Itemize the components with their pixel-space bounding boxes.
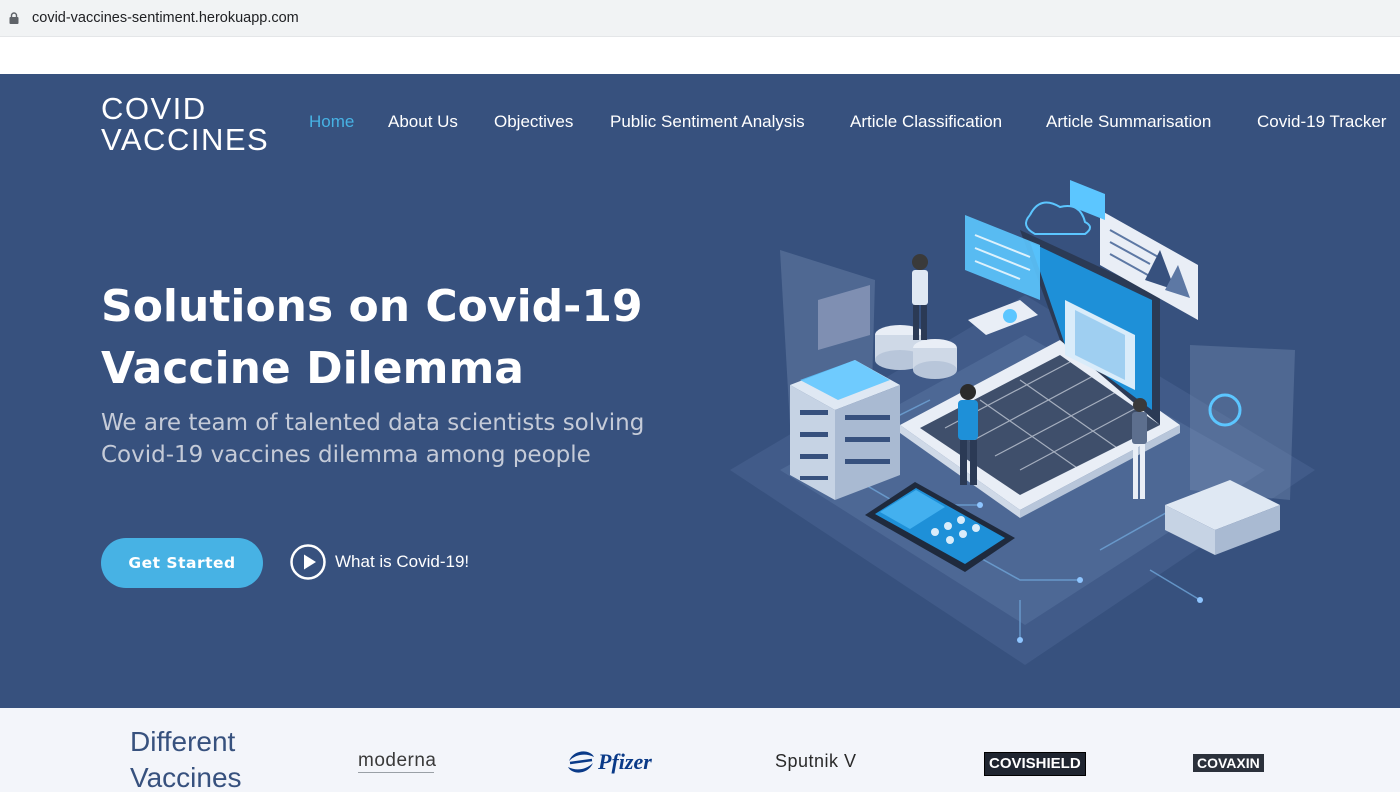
covaxin-logo: COVAXIN: [1193, 754, 1264, 772]
watch-video-label: What is Covid-19!: [335, 552, 470, 571]
nav-item-about-us[interactable]: About Us: [388, 112, 458, 132]
nav-item-home[interactable]: Home: [309, 112, 354, 132]
address-url[interactable]: covid-vaccines-sentiment.herokuapp.com: [32, 10, 299, 26]
nav-item-covid-19-tracker[interactable]: Covid-19 Tracker: [1257, 112, 1386, 132]
nav-item-objectives[interactable]: Objectives: [494, 112, 573, 132]
subline-line-1: We are team of talented data scientists …: [101, 410, 645, 436]
vaccines-title-line-1: Different: [130, 726, 236, 757]
vaccines-title-line-2: Vaccines: [130, 762, 242, 793]
hero-headline: Solutions on Covid-19 Vaccine Dilemma: [101, 276, 701, 400]
covishield-logo: COVISHIELD: [984, 752, 1086, 776]
nav-item-article-summarisation[interactable]: Article Summarisation: [1046, 112, 1211, 132]
moderna-underline: [358, 772, 434, 773]
hero-subline: We are team of talented data scientists …: [101, 407, 721, 471]
browser-address-bar[interactable]: covid-vaccines-sentiment.herokuapp.com: [0, 0, 1400, 37]
headline-line-1: Solutions on Covid-19: [101, 281, 643, 332]
get-started-button[interactable]: Get Started: [101, 538, 263, 588]
main-nav: Home About Us Objectives Public Sentimen…: [0, 112, 1400, 138]
headline-line-2: Vaccine Dilemma: [101, 343, 524, 394]
watch-video-link[interactable]: What is Covid-19!: [289, 543, 469, 581]
pfizer-logo-text: Pfizer: [598, 749, 652, 774]
vaccines-title: Different Vaccines: [130, 724, 242, 796]
nav-item-public-sentiment-analysis[interactable]: Public Sentiment Analysis: [610, 112, 805, 132]
subline-line-2: Covid-19 vaccines dilemma among people: [101, 442, 591, 468]
nav-item-article-classification[interactable]: Article Classification: [850, 112, 1002, 132]
page-top-strip: [0, 37, 1400, 74]
isometric-laptop-illustration: [730, 180, 1315, 665]
sputnik-v-logo: Sputnik V: [775, 751, 857, 771]
pfizer-logo: Pfizer: [566, 744, 652, 780]
moderna-logo: moderna: [358, 750, 437, 771]
pfizer-swirl-icon: [568, 751, 594, 773]
lock-icon: [9, 12, 19, 24]
play-circle-icon: [290, 544, 326, 580]
